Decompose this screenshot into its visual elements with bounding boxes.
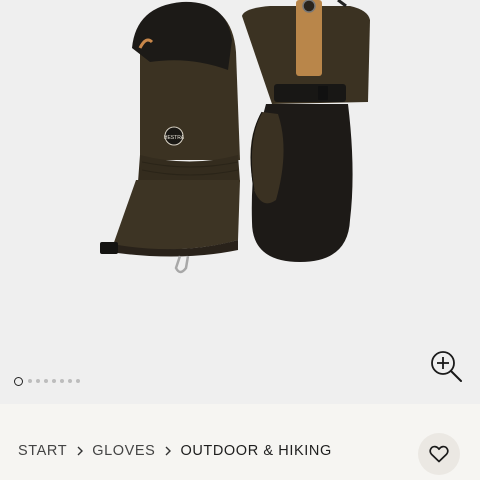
- left-mitten: HESTRA: [100, 1, 240, 274]
- pagination-dot[interactable]: [52, 379, 56, 383]
- pagination-dot[interactable]: [60, 379, 64, 383]
- right-mitten: [242, 0, 370, 262]
- chevron-right-icon: [165, 446, 172, 456]
- zoom-in-icon: [431, 351, 462, 382]
- heart-icon: [429, 445, 449, 463]
- breadcrumb-item-outdoor-hiking[interactable]: OUTDOOR & HIKING: [180, 443, 331, 459]
- chevron-right-icon: [77, 446, 84, 456]
- pagination-dot[interactable]: [36, 379, 40, 383]
- breadcrumb-item-start[interactable]: START: [18, 443, 67, 459]
- pagination-dot[interactable]: [14, 376, 23, 386]
- product-info-bar: [0, 404, 480, 480]
- pagination-dot[interactable]: [76, 379, 80, 383]
- product-image: HESTRA: [100, 0, 370, 274]
- product-image-gallery[interactable]: HESTRA: [0, 0, 480, 404]
- wishlist-button[interactable]: [418, 433, 460, 475]
- pagination-dot[interactable]: [68, 379, 72, 383]
- pagination-dot[interactable]: [28, 379, 32, 383]
- pagination-dot[interactable]: [44, 379, 48, 383]
- breadcrumb: START GLOVES OUTDOOR & HIKING: [18, 443, 332, 459]
- zoom-button[interactable]: [428, 348, 464, 384]
- gallery-pagination: [14, 375, 84, 387]
- breadcrumb-item-gloves[interactable]: GLOVES: [92, 443, 155, 459]
- brand-badge-text: HESTRA: [164, 135, 185, 141]
